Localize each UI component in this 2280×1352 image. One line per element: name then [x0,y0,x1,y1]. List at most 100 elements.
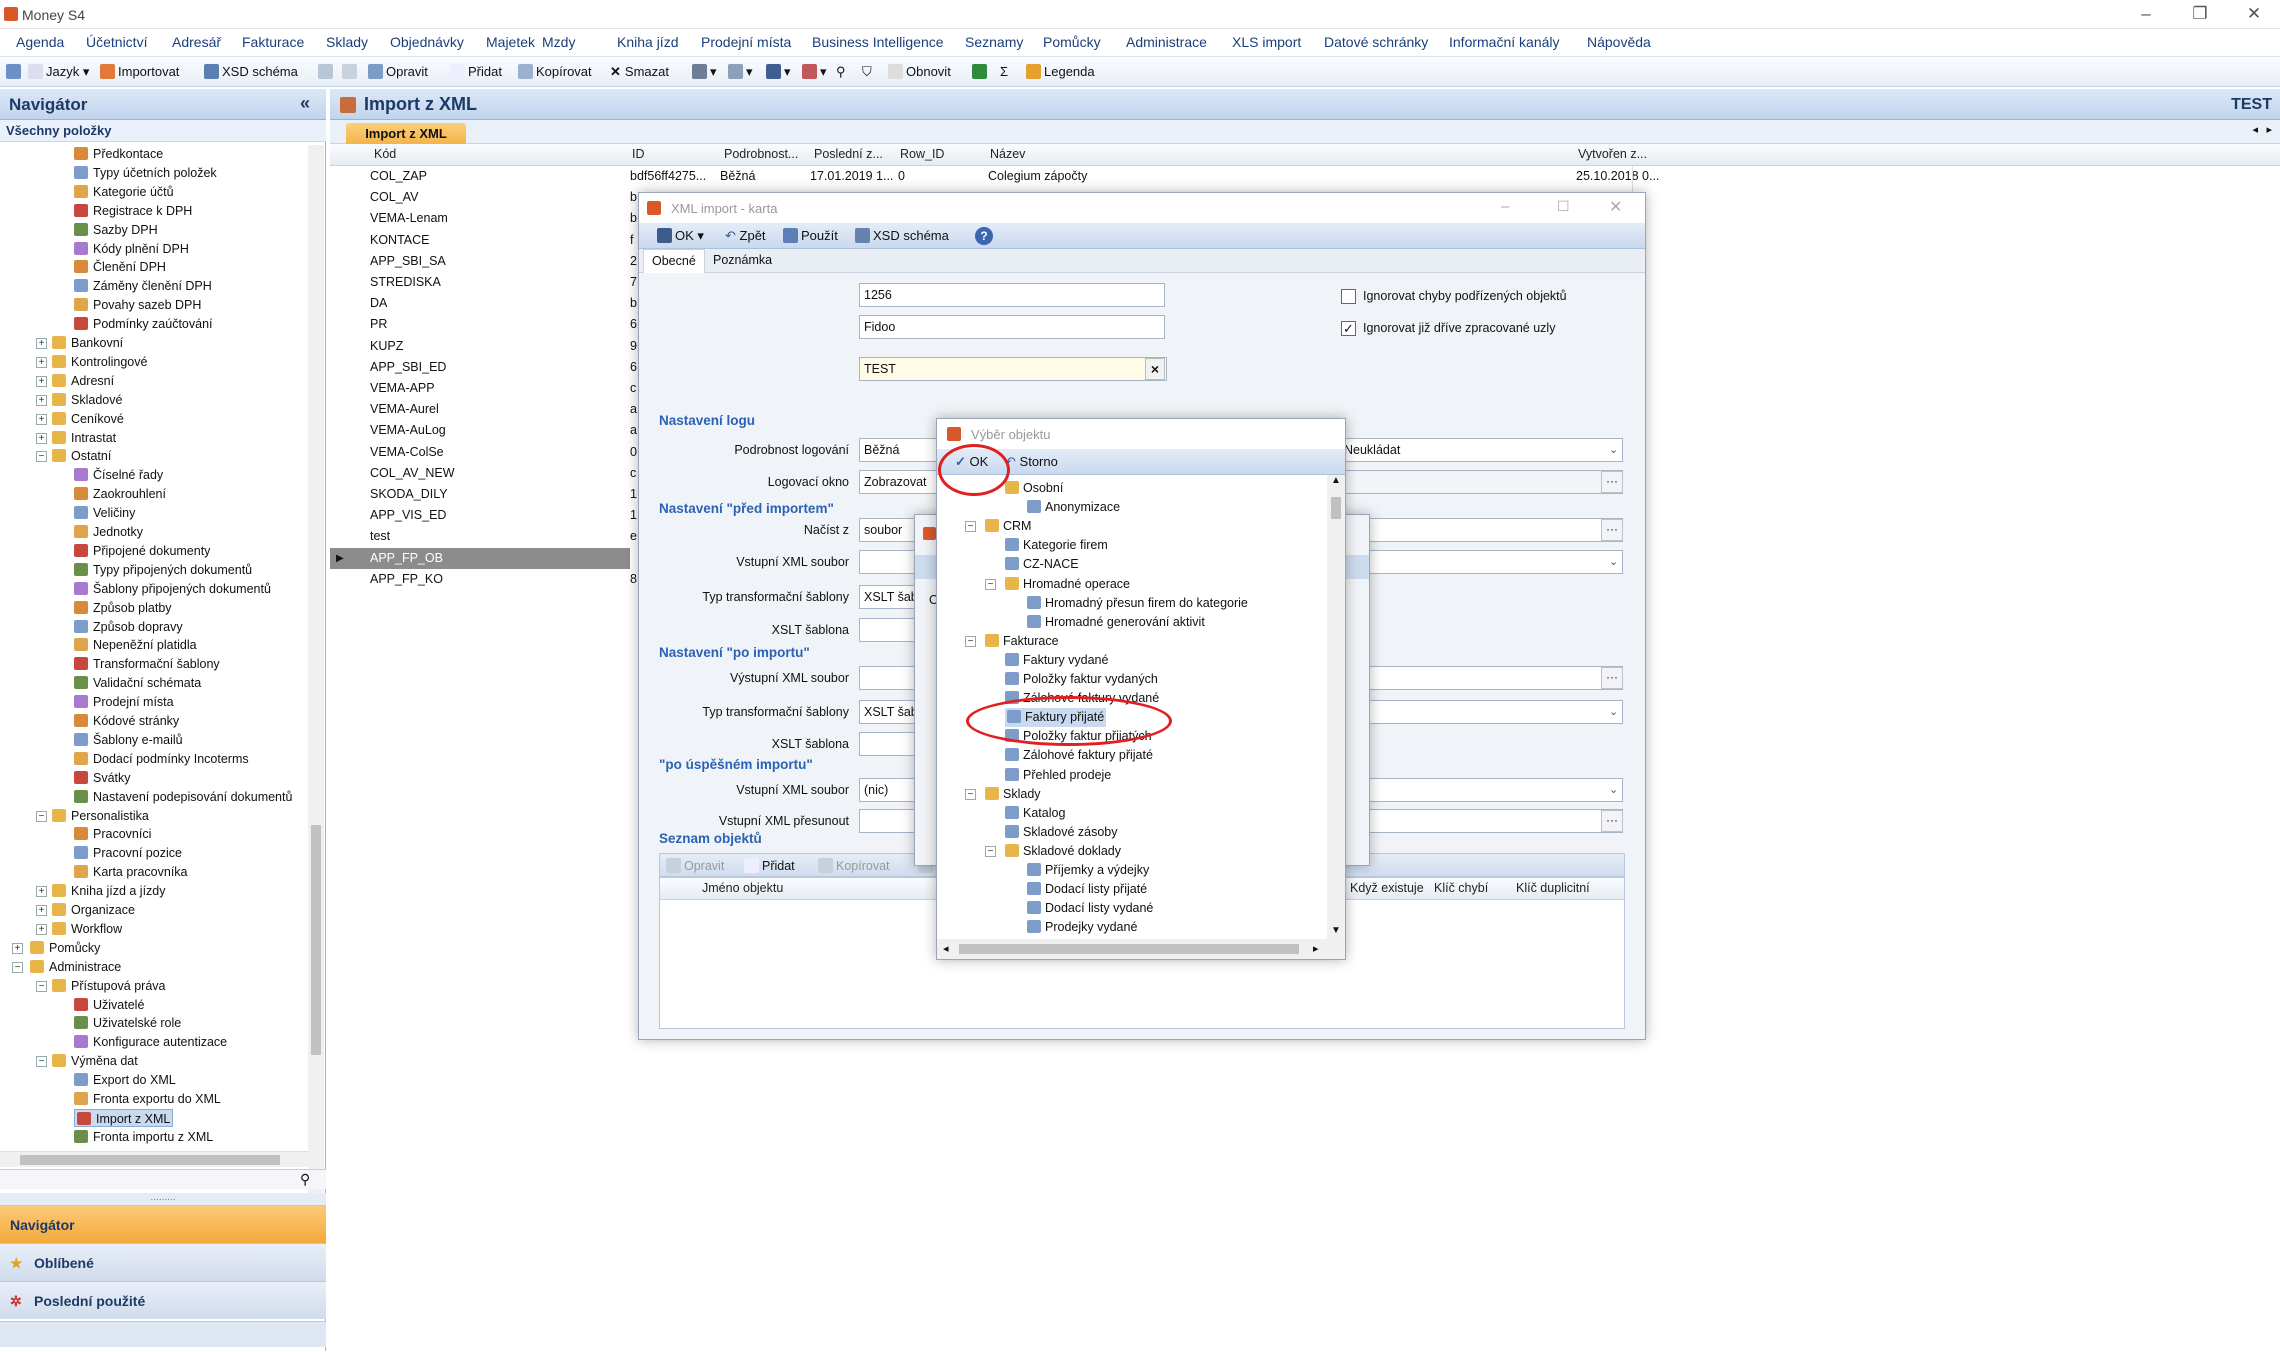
nav-tree-item[interactable]: Organizace [52,901,135,919]
chevron-down-icon[interactable]: ⌄ [1609,705,1618,718]
ignore-processed-checkbox[interactable]: ✓ [1341,321,1356,336]
menu-item[interactable]: Fakturace [242,34,304,50]
menu-item[interactable]: Prodejní místa [701,34,791,50]
print-icon[interactable]: ▾ [692,64,717,80]
nav-tree-item[interactable]: Konfigurace autentizace [74,1033,227,1051]
log-detail-select[interactable]: Běžná [859,438,939,462]
menu-item[interactable]: Nápověda [1587,34,1651,50]
picker-tree-item[interactable]: Skladové zásoby [1005,823,1118,842]
search-icon[interactable]: ⚲ [300,1171,310,1188]
nav-tree-item[interactable]: Výměna dat [52,1052,138,1070]
menu-item[interactable]: Účetnictví [86,34,147,50]
chevron-down-icon[interactable]: ⌄ [1609,783,1618,796]
tab-scroll-right[interactable]: ▸ [2266,123,2272,136]
input-xml-select[interactable] [1339,550,1623,574]
tree-expander-icon[interactable]: − [965,635,976,647]
log-path-browse-button[interactable]: ··· [1601,471,1623,493]
dialog-back-button[interactable]: ↶ Zpět [725,228,766,244]
minimize-icon[interactable]: – [2126,3,2166,25]
menu-item[interactable]: XLS import [1232,34,1301,50]
navigator-scrollbar[interactable] [308,145,324,1235]
nav-tree-item[interactable]: Typy připojených dokumentů [74,561,252,579]
dialog-maximize-icon[interactable]: ☐ [1557,198,1570,215]
recent-bottom-tab[interactable]: ✲ Poslední použité [0,1281,326,1319]
nav-tree-item[interactable]: Intrastat [52,429,116,447]
tree-expander-icon[interactable]: + [36,375,47,387]
grid-column-header[interactable]: ID [632,147,645,161]
refresh-button[interactable]: Obnovit [888,64,951,79]
nav-tree-item[interactable]: Kategorie účtů [74,183,174,201]
tree-expander-icon[interactable]: − [12,961,23,973]
objects-add-button[interactable]: Přidat [744,858,795,873]
agenda-clear-icon[interactable]: × [1145,358,1165,380]
tree-expander-icon[interactable]: + [36,905,47,916]
picker-tree-item[interactable]: Hromadný přesun firem do kategorie [1027,594,1248,613]
menu-item[interactable]: Kniha jízd [617,34,678,50]
scroll-right-icon[interactable]: ▸ [1313,942,1319,955]
nav-tree-item[interactable]: Způsob dopravy [74,618,183,636]
chevron-down-icon[interactable]: ⌄ [1609,443,1618,456]
nav-tree-item[interactable]: Předkontace [74,145,163,163]
nav-tree-item[interactable]: Ceníkové [52,410,124,428]
move-xml-browse-button[interactable]: ··· [1601,810,1623,832]
tree-expander-icon[interactable]: + [36,394,47,406]
nav-tree-item[interactable]: Členění DPH [74,258,166,276]
tab-note[interactable]: Poznámka [713,253,772,267]
nav-tree-item[interactable]: Karta pracovníka [74,863,188,881]
nav-tree-item[interactable]: Pracovníci [74,825,151,843]
picker-vscrollbar[interactable]: ▲ ▼ [1327,475,1345,939]
nav-tree-item[interactable]: Adresní [52,372,114,390]
nav-tree-item[interactable]: Typy účetních položek [74,164,217,182]
picker-tree-item[interactable]: Hromadné generování aktivit [1027,613,1205,632]
nav-tree-item[interactable]: Zaokrouhlení [74,485,166,503]
menu-item[interactable]: Mzdy [542,34,575,50]
add-button[interactable]: Přidat [450,64,502,79]
menu-item[interactable]: Administrace [1126,34,1207,50]
col-key-duplicate[interactable]: Klíč duplicitní [1516,881,1590,895]
tab-import-xml[interactable]: Import z XML [346,123,466,144]
tree-expander-icon[interactable]: + [12,942,23,954]
nav-tree-item[interactable]: Pracovní pozice [74,844,182,862]
nav-tree-item[interactable]: Šablony připojených dokumentů [74,580,271,598]
legend-button[interactable]: Legenda [1026,64,1095,79]
nav-tree-item[interactable]: Personalistika [52,807,149,825]
nav-tree-item[interactable]: Číselné řady [74,466,163,484]
nav-tree-item[interactable]: Registrace k DPH [74,202,192,220]
layout-icon[interactable] [6,64,24,79]
log-path-input[interactable] [1339,470,1623,494]
nav-tree-item[interactable]: Nepeněžní platidla [74,636,197,654]
picker-tree-item[interactable]: Sklady [985,785,1041,804]
tree-expander-icon[interactable]: + [36,432,47,444]
picker-tree-item[interactable]: Kategorie firem [1005,536,1108,555]
nav-tree-item[interactable]: Způsob platby [74,599,172,617]
tree-expander-icon[interactable]: + [36,886,47,898]
filter-icon[interactable]: ⛉ [862,64,872,80]
navigator-bottom-tab[interactable]: Navigátor [0,1205,326,1243]
nav-tree-item[interactable]: Kniha jízd a jízdy [52,882,166,900]
picker-tree-item[interactable]: Osobní [1005,479,1063,498]
nav-tree-item[interactable]: Transformační šablony [74,655,220,673]
nav-tree-item[interactable]: Administrace [30,958,121,976]
picker-tree-item[interactable]: Prodejky vydané [1027,918,1137,937]
navigator-hscrollbar[interactable] [0,1151,308,1167]
picker-tree-item[interactable]: CRM [985,517,1031,536]
dialog-ok-button[interactable]: OK ▾ [657,228,704,244]
picker-tree-item[interactable]: Dodací listy přijaté [1027,880,1147,899]
dialog-use-button[interactable]: Použít [783,228,838,243]
menu-item[interactable]: Agenda [16,34,64,50]
log-window-select[interactable]: Zobrazovat [859,470,939,494]
nav-tree-item[interactable]: Nastavení podepisování dokumentů [74,788,292,806]
nav-tree-item[interactable]: Import z XML [74,1108,174,1127]
menu-item[interactable]: Majetek [486,34,535,50]
objects-edit-button[interactable]: Opravit [666,858,724,873]
tree-expander-icon[interactable]: − [36,810,47,822]
nav-tree-item[interactable]: Dodací podmínky Incoterms [74,750,249,768]
picker-tree-item[interactable]: Skladové doklady [1005,842,1121,861]
nav-tree-item[interactable]: Veličiny [74,504,135,522]
nav-tree-item[interactable]: Svátky [74,769,131,787]
tree-expander-icon[interactable]: + [36,356,47,368]
output-xml-path[interactable] [1339,666,1623,690]
grid-column-header[interactable]: Row_ID [900,147,944,161]
tree-expander-icon[interactable]: + [36,338,47,349]
picker-tree-item[interactable]: Dodací listy vydané [1027,899,1153,918]
